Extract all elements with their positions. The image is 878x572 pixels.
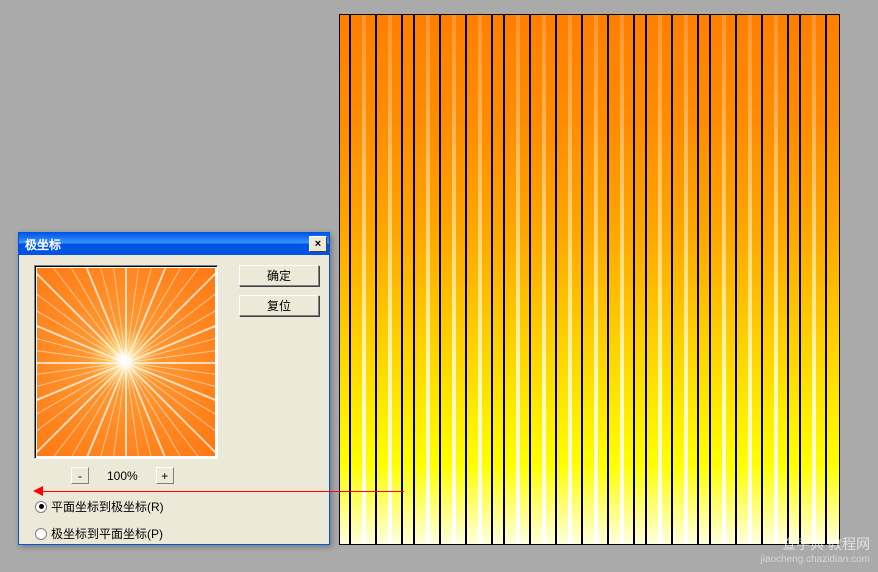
stripe-dark xyxy=(787,15,789,544)
canvas-preview xyxy=(339,14,840,545)
ok-label: 确定 xyxy=(267,267,291,284)
close-icon: × xyxy=(315,238,321,250)
radio-polar-to-rect[interactable]: 极坐标到平面坐标(P) xyxy=(35,525,164,542)
watermark-sub: jiaocheng.chazidian.com xyxy=(760,553,870,566)
stripe-dark xyxy=(503,15,505,544)
annotation-line xyxy=(41,491,404,492)
dialog-title: 极坐标 xyxy=(25,236,61,253)
zoom-controls: - 100% + xyxy=(71,467,174,484)
stripe-light xyxy=(748,15,752,544)
stripe-light xyxy=(478,15,482,544)
stripe-dark xyxy=(761,15,763,544)
polar-coordinates-dialog: 极坐标 × - 100% + 确定 复位 xyxy=(18,232,330,545)
stripe-dark xyxy=(555,15,557,544)
zoom-value: 100% xyxy=(107,469,138,483)
stripe-dark xyxy=(799,15,801,544)
stripe-light xyxy=(594,15,598,544)
stripe-dark xyxy=(633,15,635,544)
stripe-light xyxy=(452,15,456,544)
stripe-dark xyxy=(401,15,403,544)
radio-selected-icon xyxy=(39,504,44,509)
radio-label: 极坐标到平面坐标(P) xyxy=(51,525,163,542)
dialog-titlebar[interactable]: 极坐标 × xyxy=(19,233,329,255)
stripe-dark xyxy=(735,15,737,544)
preview-ray xyxy=(37,362,126,364)
stripe-light xyxy=(362,15,366,544)
stripe-dark xyxy=(529,15,531,544)
stripe-light xyxy=(620,15,624,544)
close-button[interactable]: × xyxy=(309,236,327,252)
stripe-light xyxy=(774,15,778,544)
stripe-light xyxy=(516,15,520,544)
stripe-dark xyxy=(645,15,647,544)
stripe-dark xyxy=(491,15,493,544)
stripe-dark xyxy=(825,15,827,544)
reset-button[interactable]: 复位 xyxy=(239,295,319,316)
radio-label: 平面坐标到极坐标(R) xyxy=(51,498,164,515)
watermark-main: 查字典 教程网 xyxy=(760,535,870,553)
stripe-dark xyxy=(671,15,673,544)
stripe-light xyxy=(722,15,726,544)
stripe-dark xyxy=(709,15,711,544)
stripe-dark xyxy=(697,15,699,544)
filter-preview[interactable] xyxy=(34,265,218,459)
stripe-dark xyxy=(439,15,441,544)
stripe-light xyxy=(684,15,688,544)
preview-ray xyxy=(125,363,127,456)
stripe-light xyxy=(568,15,572,544)
stripe-dark xyxy=(413,15,415,544)
reset-label: 复位 xyxy=(267,297,291,314)
zoom-in-button[interactable]: + xyxy=(156,467,174,484)
ok-button[interactable]: 确定 xyxy=(239,265,319,286)
stripe-light xyxy=(812,15,816,544)
stripe-dark xyxy=(375,15,377,544)
stripe-dark xyxy=(607,15,609,544)
dialog-body: - 100% + 确定 复位 平面坐标到极坐标(R) 极 xyxy=(19,255,329,275)
preview-image xyxy=(37,268,215,456)
zoom-out-button[interactable]: - xyxy=(71,467,89,484)
stripe-light xyxy=(542,15,546,544)
radio-icon xyxy=(35,528,47,540)
stripe-dark xyxy=(581,15,583,544)
minus-icon: - xyxy=(78,469,82,483)
watermark: 查字典 教程网 jiaocheng.chazidian.com xyxy=(760,535,870,566)
stripe-light xyxy=(658,15,662,544)
plus-icon: + xyxy=(161,469,168,483)
stripe-light xyxy=(388,15,392,544)
radio-icon xyxy=(35,501,47,513)
stripe-dark xyxy=(349,15,351,544)
stripe-dark xyxy=(465,15,467,544)
conversion-options: 平面坐标到极坐标(R) 极坐标到平面坐标(P) xyxy=(35,498,164,552)
radio-rect-to-polar[interactable]: 平面坐标到极坐标(R) xyxy=(35,498,164,515)
stripe-light xyxy=(426,15,430,544)
